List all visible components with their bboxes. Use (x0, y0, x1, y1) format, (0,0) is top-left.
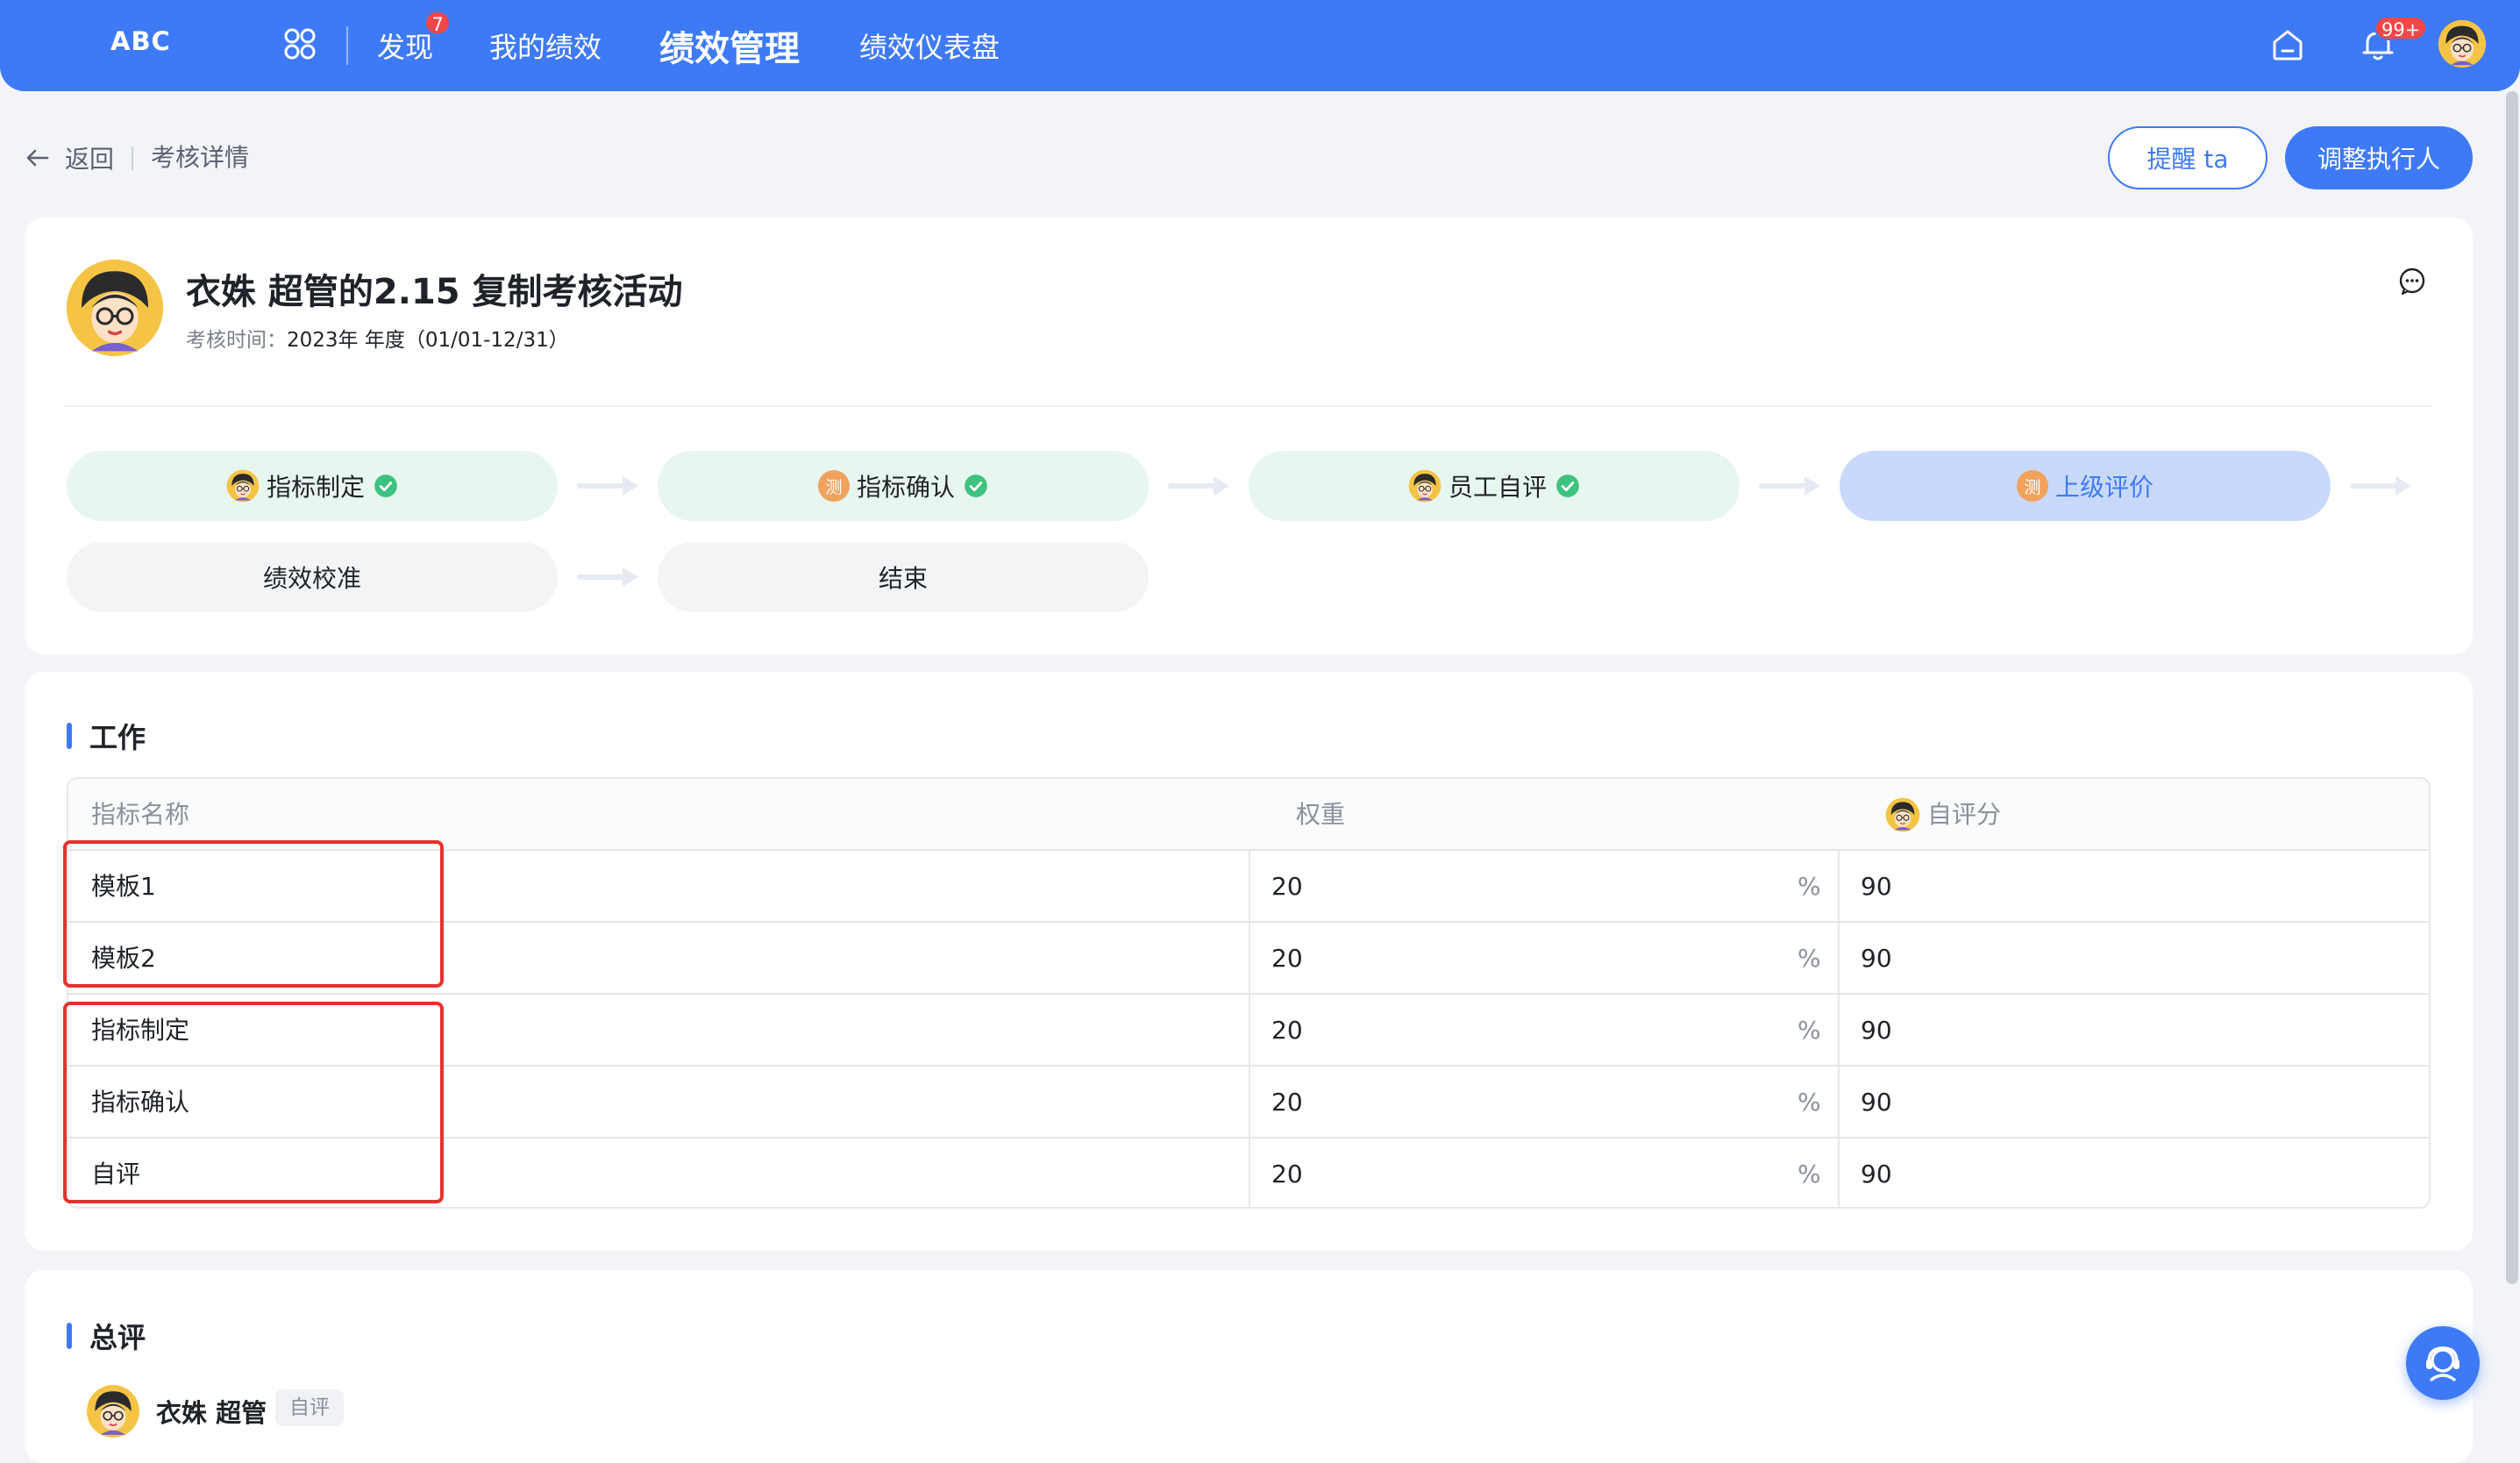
support-icon (2426, 1346, 2459, 1381)
step-arrow-icon (2350, 473, 2415, 499)
user-avatar[interactable] (2438, 19, 2487, 68)
self-score-value: 90 (1861, 872, 1892, 901)
apps-grid-icon[interactable] (282, 26, 317, 61)
self-score-value: 90 (1861, 1160, 1892, 1188)
summary-title-text: 总评 (89, 1321, 146, 1354)
step-tag-badge: 测 (2016, 470, 2048, 502)
page-scrollbar[interactable] (2506, 91, 2518, 1284)
review-type-tag: 自评 (275, 1389, 344, 1426)
section-accent-bar (67, 1323, 72, 1349)
assessment-time-value: 2023年 年度（01/01-12/31） (287, 329, 569, 352)
assessment-time-label: 考核时间： (186, 329, 287, 352)
employee-avatar (65, 258, 165, 358)
self-score-label: 自评分 (1927, 800, 2002, 829)
breadcrumb-divider (132, 147, 133, 170)
check-icon (964, 474, 988, 498)
section-accent-bar (67, 723, 72, 749)
comment-icon[interactable] (2397, 267, 2427, 296)
step-arrow-icon (577, 564, 642, 590)
weight-unit: % (1797, 1088, 1821, 1117)
work-title-text: 工作 (89, 721, 146, 754)
reviewer-name: 衣姝 超管 (156, 1398, 267, 1428)
self-score-value: 90 (1861, 944, 1892, 973)
step-label: 员工自评 (1448, 473, 1547, 502)
step-indicator-confirm[interactable]: 测 指标确认 (658, 451, 1149, 521)
nav-performance-dashboard[interactable]: 绩效仪表盘 (859, 0, 1000, 91)
back-link[interactable]: 返回 (25, 140, 114, 175)
work-card: 工作 指标名称 权重 自评分 模板1 20 % 90 模板2 20 % 90 指… (25, 672, 2473, 1251)
reviewer-avatar (86, 1384, 140, 1438)
summary-card: 总评 衣姝 超管 自评 (25, 1270, 2473, 1463)
weight-value[interactable]: 20 (1271, 995, 1303, 1067)
app-logo[interactable]: ABC (110, 26, 171, 56)
customer-service-button[interactable] (2406, 1326, 2480, 1400)
weight-value[interactable]: 20 (1271, 1138, 1303, 1207)
summary-section-title: 总评 (67, 1316, 146, 1356)
remind-button[interactable]: 提醒 ta (2108, 126, 2267, 189)
step-indicator-setting[interactable]: 指标制定 (67, 451, 558, 521)
step-arrow-icon (1759, 473, 1824, 499)
arrow-left-icon (26, 149, 49, 167)
step-tag-badge: 测 (817, 470, 850, 502)
home-icon[interactable] (2269, 26, 2306, 63)
highlight-box (63, 840, 444, 988)
weight-value[interactable]: 20 (1271, 923, 1303, 995)
step-calibration[interactable]: 绩效校准 (67, 542, 558, 612)
header-divider (65, 405, 2432, 407)
step-avatar (226, 469, 260, 503)
notification-badge: 99+ (2374, 16, 2428, 40)
step-label: 结束 (878, 564, 928, 593)
step-end[interactable]: 结束 (658, 542, 1149, 612)
activity-title: 衣姝 超管的2.15 复制考核活动 (186, 272, 683, 312)
column-divider (1838, 851, 1840, 1207)
assessment-time: 考核时间：2023年 年度（01/01-12/31） (186, 323, 569, 353)
step-label: 指标确认 (856, 473, 955, 502)
step-arrow-icon (1168, 473, 1233, 499)
column-header-weight: 权重 (1296, 800, 1346, 829)
weight-value[interactable]: 20 (1271, 851, 1303, 923)
top-navbar: ABC 发现 7 我的绩效 绩效管理 绩效仪表盘 99+ (0, 0, 2520, 91)
check-icon (374, 474, 398, 498)
work-section-title: 工作 (67, 716, 146, 756)
adjust-executor-button[interactable]: 调整执行人 (2285, 126, 2473, 189)
back-label: 返回 (65, 145, 115, 174)
self-score-avatar (1885, 797, 1920, 832)
highlight-box (63, 1002, 444, 1203)
nav-divider (346, 26, 348, 65)
check-icon (1555, 474, 1580, 498)
weight-unit: % (1797, 872, 1821, 901)
breadcrumb-current: 考核详情 (151, 143, 250, 172)
step-self-review[interactable]: 员工自评 (1249, 451, 1740, 521)
nav-my-performance[interactable]: 我的绩效 (489, 0, 602, 91)
self-score-value: 90 (1861, 1088, 1892, 1117)
nav-discover[interactable]: 发现 (377, 0, 433, 91)
step-arrow-icon (577, 473, 642, 499)
step-avatar (1408, 469, 1442, 503)
step-manager-review[interactable]: 测 上级评价 (1840, 451, 2331, 521)
weight-unit: % (1797, 1160, 1821, 1188)
activity-card: 衣姝 超管的2.15 复制考核活动 考核时间：2023年 年度（01/01-12… (25, 218, 2473, 654)
column-header-self-score: 自评分 (1885, 779, 2001, 851)
discover-badge: 7 (424, 11, 451, 35)
step-label: 指标制定 (266, 473, 365, 502)
step-label: 上级评价 (2054, 473, 2153, 502)
nav-performance-management[interactable]: 绩效管理 (659, 0, 800, 91)
weight-unit: % (1797, 1016, 1821, 1045)
weight-unit: % (1797, 944, 1821, 973)
weight-value[interactable]: 20 (1271, 1067, 1303, 1138)
step-label: 绩效校准 (262, 564, 361, 593)
column-divider (1249, 851, 1250, 1207)
self-score-value: 90 (1861, 1016, 1892, 1045)
